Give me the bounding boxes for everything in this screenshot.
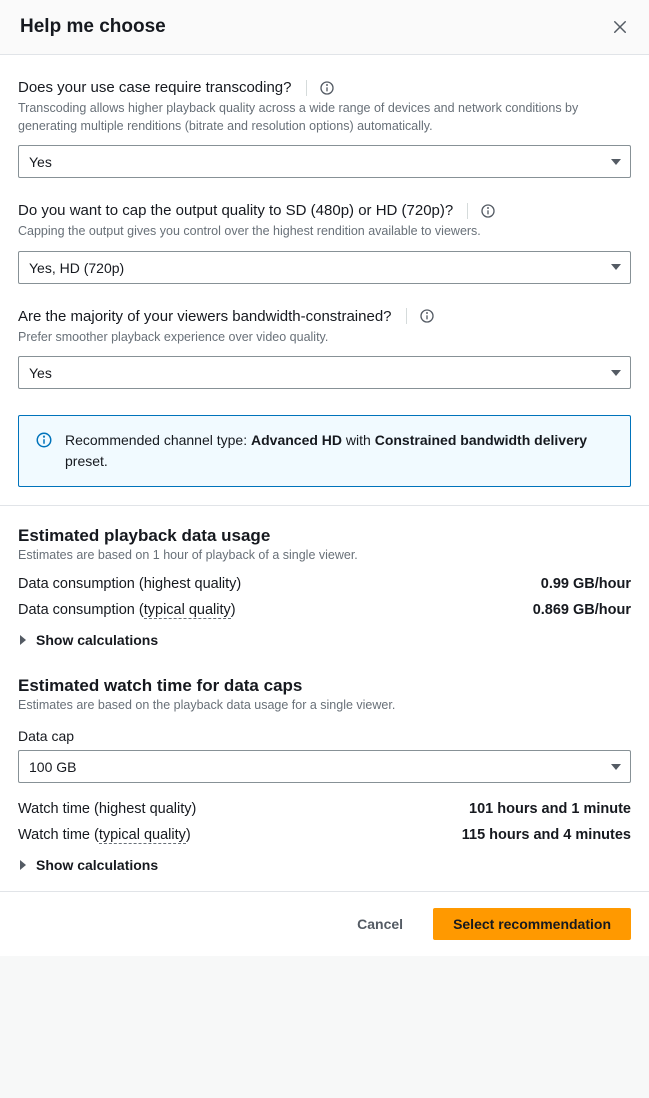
info-icon[interactable] bbox=[480, 203, 496, 219]
rec-suffix: preset. bbox=[65, 453, 108, 469]
dialog-body: Does your use case require transcoding? … bbox=[0, 55, 649, 891]
watch-hint: Estimates are based on the playback data… bbox=[18, 698, 631, 712]
question-bandwidth: Are the majority of your viewers bandwid… bbox=[18, 284, 631, 390]
cap-quality-select[interactable]: Yes, HD (720p) bbox=[18, 251, 631, 284]
dialog-title: Help me choose bbox=[20, 16, 166, 38]
usage-hint: Estimates are based on 1 hour of playbac… bbox=[18, 548, 631, 562]
close-icon[interactable] bbox=[611, 18, 629, 36]
usage-title: Estimated playback data usage bbox=[18, 526, 631, 546]
row-value: 101 hours and 1 minute bbox=[469, 801, 631, 817]
show-calculations-watch[interactable]: Show calculations bbox=[18, 857, 631, 873]
datacap-label: Data cap bbox=[18, 728, 631, 744]
row-label: Data consumption (highest quality) bbox=[18, 576, 241, 592]
bandwidth-select[interactable]: Yes bbox=[18, 356, 631, 389]
rec-preset: Constrained bandwidth delivery bbox=[375, 432, 587, 448]
row-value: 115 hours and 4 minutes bbox=[462, 827, 631, 843]
transcoding-select[interactable]: Yes bbox=[18, 145, 631, 178]
datacap-select[interactable]: 100 GB bbox=[18, 750, 631, 783]
question-transcoding: Does your use case require transcoding? … bbox=[18, 55, 631, 178]
rec-middle: with bbox=[342, 432, 375, 448]
divider bbox=[406, 308, 407, 324]
question-hint: Transcoding allows higher playback quali… bbox=[18, 100, 631, 135]
watch-row-highest: Watch time (highest quality) 101 hours a… bbox=[18, 801, 631, 817]
row-value: 0.869 GB/hour bbox=[533, 602, 631, 618]
question-label: Does your use case require transcoding? bbox=[18, 79, 292, 96]
watch-row-typical: Watch time (typical quality) 115 hours a… bbox=[18, 827, 631, 843]
dialog-header: Help me choose bbox=[0, 0, 649, 55]
info-icon[interactable] bbox=[319, 80, 335, 96]
usage-row-highest: Data consumption (highest quality) 0.99 … bbox=[18, 576, 631, 592]
row-label: Data consumption (typical quality) bbox=[18, 602, 236, 618]
row-label: Watch time (highest quality) bbox=[18, 801, 196, 817]
divider bbox=[467, 203, 468, 219]
info-icon bbox=[35, 431, 53, 449]
expander-label: Show calculations bbox=[36, 857, 158, 873]
expander-label: Show calculations bbox=[36, 632, 158, 648]
select-recommendation-button[interactable]: Select recommendation bbox=[433, 908, 631, 940]
question-label: Are the majority of your viewers bandwid… bbox=[18, 308, 392, 325]
recommendation-box: Recommended channel type: Advanced HD wi… bbox=[18, 415, 631, 487]
usage-row-typical: Data consumption (typical quality) 0.869… bbox=[18, 602, 631, 618]
info-icon[interactable] bbox=[419, 308, 435, 324]
row-value: 0.99 GB/hour bbox=[541, 576, 631, 592]
show-calculations-usage[interactable]: Show calculations bbox=[18, 632, 631, 648]
chevron-right-icon bbox=[18, 635, 28, 645]
row-label: Watch time (typical quality) bbox=[18, 827, 191, 843]
chevron-right-icon bbox=[18, 860, 28, 870]
divider bbox=[306, 80, 307, 96]
question-hint: Capping the output gives you control ove… bbox=[18, 223, 631, 241]
recommendation-text: Recommended channel type: Advanced HD wi… bbox=[65, 430, 614, 472]
question-hint: Prefer smoother playback experience over… bbox=[18, 329, 631, 347]
typical-quality-tooltip[interactable]: typical quality bbox=[99, 827, 186, 844]
cancel-button[interactable]: Cancel bbox=[337, 908, 423, 940]
dialog-footer: Cancel Select recommendation bbox=[0, 891, 649, 956]
question-cap-quality: Do you want to cap the output quality to… bbox=[18, 178, 631, 284]
rec-prefix: Recommended channel type: bbox=[65, 432, 251, 448]
divider bbox=[0, 505, 649, 506]
rec-type: Advanced HD bbox=[251, 432, 342, 448]
typical-quality-tooltip[interactable]: typical quality bbox=[144, 602, 231, 619]
question-label: Do you want to cap the output quality to… bbox=[18, 202, 453, 219]
watch-title: Estimated watch time for data caps bbox=[18, 676, 631, 696]
